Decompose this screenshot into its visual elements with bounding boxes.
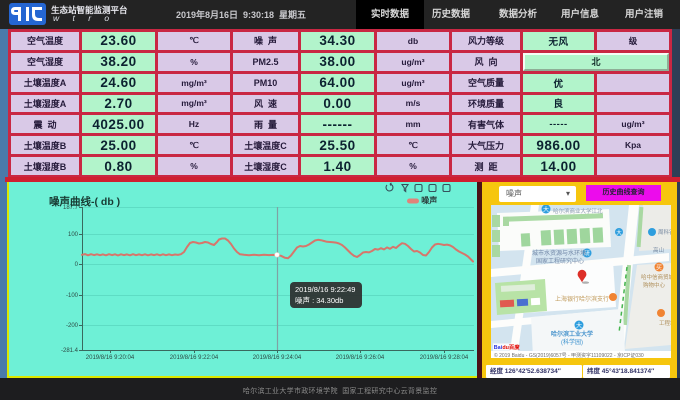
svg-text:工程地: 工程地 — [659, 319, 671, 327]
svg-text:(科学园): (科学园) — [561, 338, 583, 346]
svg-text:2019/8/16 9:28:04: 2019/8/16 9:28:04 — [420, 355, 469, 361]
svg-text:上海银行哈尔滨支行: 上海银行哈尔滨支行 — [555, 295, 609, 303]
svg-text:城市水资源与水环境: 城市水资源与水环境 — [532, 249, 586, 257]
svg-text:周科农小区: 周科农小区 — [658, 228, 671, 236]
svg-text:国家工程研究中心: 国家工程研究中心 — [536, 257, 584, 265]
svg-text:-281.4: -281.4 — [61, 348, 79, 354]
svg-text:0: 0 — [75, 262, 79, 268]
svg-text:2019/8/16 9:26:04: 2019/8/16 9:26:04 — [336, 355, 385, 361]
svg-text:2019/8/16 9:24:04: 2019/8/16 9:24:04 — [253, 355, 302, 361]
svg-text:-200: -200 — [66, 323, 79, 329]
svg-text:Bai: Bai — [494, 345, 503, 351]
svg-text:100: 100 — [68, 232, 79, 238]
svg-text:高山: 高山 — [653, 246, 664, 254]
svg-text:哈尔滨商业大学江北: 哈尔滨商业大学江北 — [553, 207, 603, 215]
svg-text:2019/8/16 9:20:04: 2019/8/16 9:20:04 — [86, 355, 135, 361]
svg-text:2019/8/16 9:22:04: 2019/8/16 9:22:04 — [170, 355, 219, 361]
svg-text:-100: -100 — [66, 293, 79, 299]
svg-text:哈尔滨工业大学: 哈尔滨工业大学 — [551, 330, 593, 338]
svg-text:购物中心: 购物中心 — [643, 281, 666, 289]
svg-text:买: 买 — [656, 264, 662, 272]
svg-text:哈中信商贸城: 哈中信商贸城 — [641, 273, 671, 281]
svg-text:大: 大 — [616, 229, 622, 237]
svg-text:大: 大 — [576, 322, 582, 330]
svg-text:大: 大 — [543, 206, 549, 214]
svg-text:© 2019 Baidu - GS(2019)6057号 -: © 2019 Baidu - GS(2019)6057号 - 甲测资字11109… — [494, 352, 644, 358]
